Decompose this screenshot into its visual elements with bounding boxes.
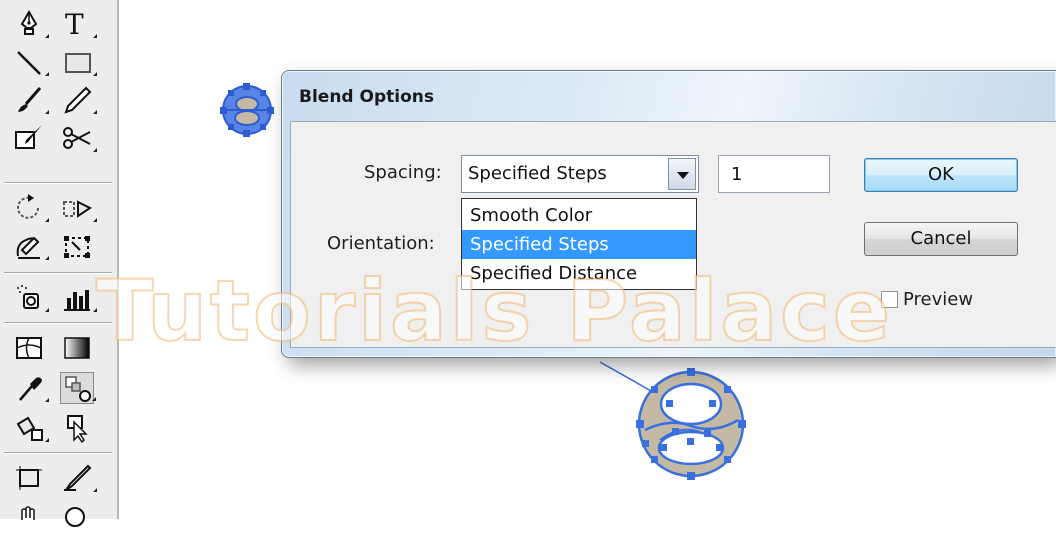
cancel-button[interactable]: Cancel xyxy=(864,222,1018,256)
orientation-label: Orientation: xyxy=(327,233,435,254)
pen-tool-icon[interactable] xyxy=(12,8,49,40)
rotate-icon[interactable] xyxy=(12,192,49,224)
tool-row xyxy=(12,460,112,496)
option-smooth-color[interactable]: Smooth Color xyxy=(462,201,696,230)
zoom-icon[interactable] xyxy=(60,502,94,534)
gradient-icon[interactable] xyxy=(60,332,94,364)
hand-icon[interactable] xyxy=(12,502,46,534)
warp-icon[interactable] xyxy=(12,230,49,262)
symbol-sprayer-icon[interactable] xyxy=(12,282,49,314)
pencil-icon[interactable] xyxy=(60,84,97,116)
tool-row xyxy=(12,500,112,536)
tool-row xyxy=(12,370,112,406)
option-specified-distance[interactable]: Specified Distance xyxy=(462,259,696,288)
preview-label: Preview xyxy=(903,289,974,310)
artboard-icon[interactable] xyxy=(12,462,46,494)
spacing-select-value: Specified Steps xyxy=(468,163,607,184)
blob-brush-icon[interactable] xyxy=(12,122,46,154)
blend-options-dialog: Blend Options Spacing: Specified Steps S… xyxy=(281,70,1056,358)
eyedropper-icon[interactable] xyxy=(12,372,49,404)
tools-separator xyxy=(4,272,112,274)
tool-row xyxy=(12,228,112,264)
large-blend-object[interactable] xyxy=(636,368,746,480)
tool-row xyxy=(12,190,112,226)
live-paint-bucket-icon[interactable] xyxy=(12,412,49,444)
tools-separator xyxy=(4,452,112,454)
line-segment-icon[interactable] xyxy=(12,46,49,78)
chevron-down-icon[interactable] xyxy=(668,158,696,190)
ok-button[interactable]: OK xyxy=(864,158,1018,192)
steps-input-value: 1 xyxy=(731,164,743,185)
type-tool-icon[interactable]: T xyxy=(60,8,97,40)
mesh-icon[interactable] xyxy=(12,332,46,364)
tools-separator xyxy=(4,322,112,324)
tools-separator xyxy=(4,182,112,184)
dialog-title: Blend Options xyxy=(299,87,434,107)
column-graph-icon[interactable] xyxy=(60,282,97,314)
spacing-select[interactable]: Specified Steps xyxy=(461,155,699,193)
spacing-label: Spacing: xyxy=(364,162,442,183)
option-specified-steps[interactable]: Specified Steps xyxy=(462,230,696,259)
slice-icon[interactable] xyxy=(60,462,97,494)
type-tool-glyph: T xyxy=(65,8,84,40)
tool-row xyxy=(12,120,112,156)
steps-input[interactable]: 1 xyxy=(718,155,830,193)
live-paint-selection-icon[interactable] xyxy=(60,412,94,444)
tool-row xyxy=(12,410,112,446)
free-transform-icon[interactable] xyxy=(60,230,94,262)
reflect-icon[interactable] xyxy=(60,192,97,224)
tool-row xyxy=(12,330,112,366)
small-blend-object[interactable] xyxy=(220,83,274,137)
spacing-dropdown-list: Smooth Color Specified Steps Specified D… xyxy=(461,198,697,290)
paintbrush-icon[interactable] xyxy=(12,84,49,116)
tool-row: T xyxy=(12,6,112,42)
scissors-icon[interactable] xyxy=(60,122,97,154)
preview-checkbox[interactable] xyxy=(881,291,898,308)
dialog-body: Spacing: Specified Steps Smooth Color Sp… xyxy=(290,121,1056,348)
tools-panel: T xyxy=(0,0,119,527)
rectangle-icon[interactable] xyxy=(60,46,97,78)
tool-row xyxy=(12,44,112,80)
tool-row xyxy=(12,280,112,316)
blend-tool-icon[interactable] xyxy=(60,372,96,404)
tool-row xyxy=(12,82,112,118)
